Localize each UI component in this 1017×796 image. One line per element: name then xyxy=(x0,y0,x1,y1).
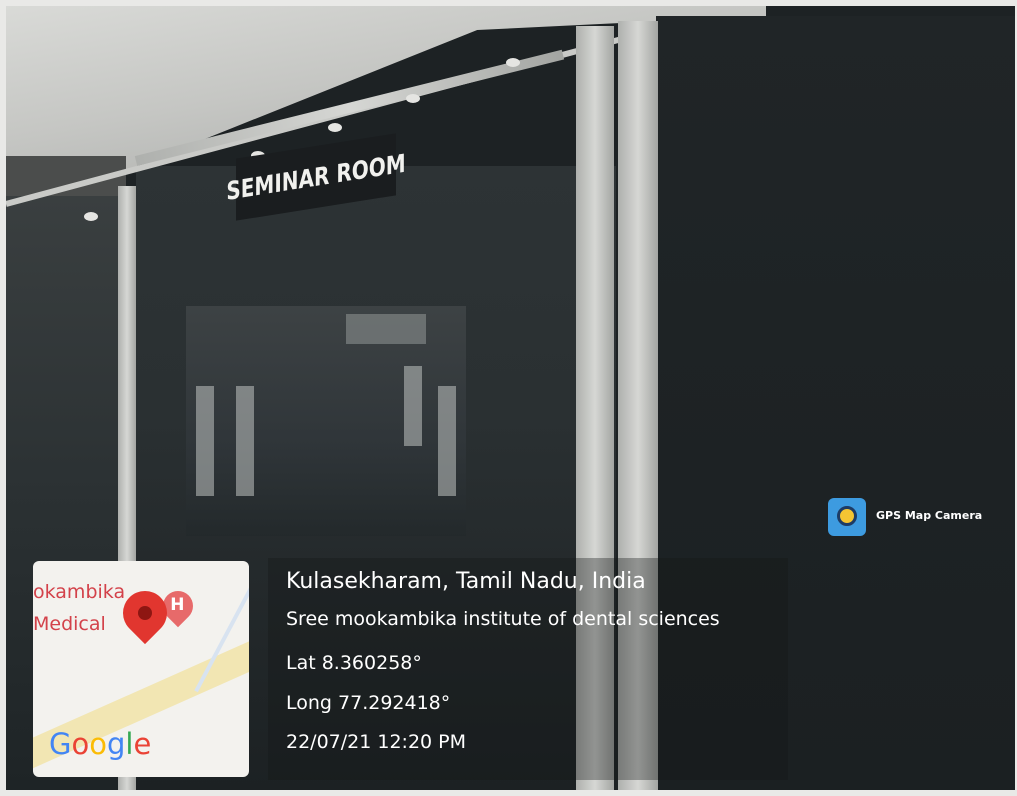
sign-text: SEMINAR ROOM xyxy=(226,147,406,207)
location-place: Kulasekharam, Tamil Nadu, India xyxy=(286,569,646,594)
logo-letter: o xyxy=(71,727,90,761)
logo-letter: G xyxy=(49,727,72,761)
gps-map-camera-label: GPS Map Camera xyxy=(876,509,983,522)
ceiling-spotlight xyxy=(506,58,520,67)
location-longitude: Long 77.292418° xyxy=(286,692,451,714)
location-latitude: Lat 8.360258° xyxy=(286,652,422,674)
reflection-post xyxy=(404,366,422,446)
map-place-label: Medical xyxy=(33,613,106,635)
reflection-light xyxy=(346,314,426,344)
reflection-post xyxy=(196,386,214,496)
ceiling-spotlight xyxy=(84,212,98,221)
logo-letter: o xyxy=(89,727,107,761)
google-logo: Google xyxy=(49,727,151,761)
reflection-post xyxy=(438,386,456,496)
ceiling-spotlight xyxy=(328,123,342,132)
logo-letter: e xyxy=(133,727,152,761)
location-institution: Sree mookambika institute of dental scie… xyxy=(286,608,720,630)
map-place-label: okambika xyxy=(33,581,126,603)
logo-letter: g xyxy=(106,727,126,761)
map-thumbnail[interactable]: okambika Medical H Google xyxy=(33,561,249,777)
location-timestamp: 22/07/21 12:20 PM xyxy=(286,731,467,753)
reflection-post xyxy=(236,386,254,496)
gps-map-camera-icon xyxy=(828,498,866,536)
hospital-marker-letter: H xyxy=(170,595,185,616)
ceiling-spotlight xyxy=(406,94,420,103)
